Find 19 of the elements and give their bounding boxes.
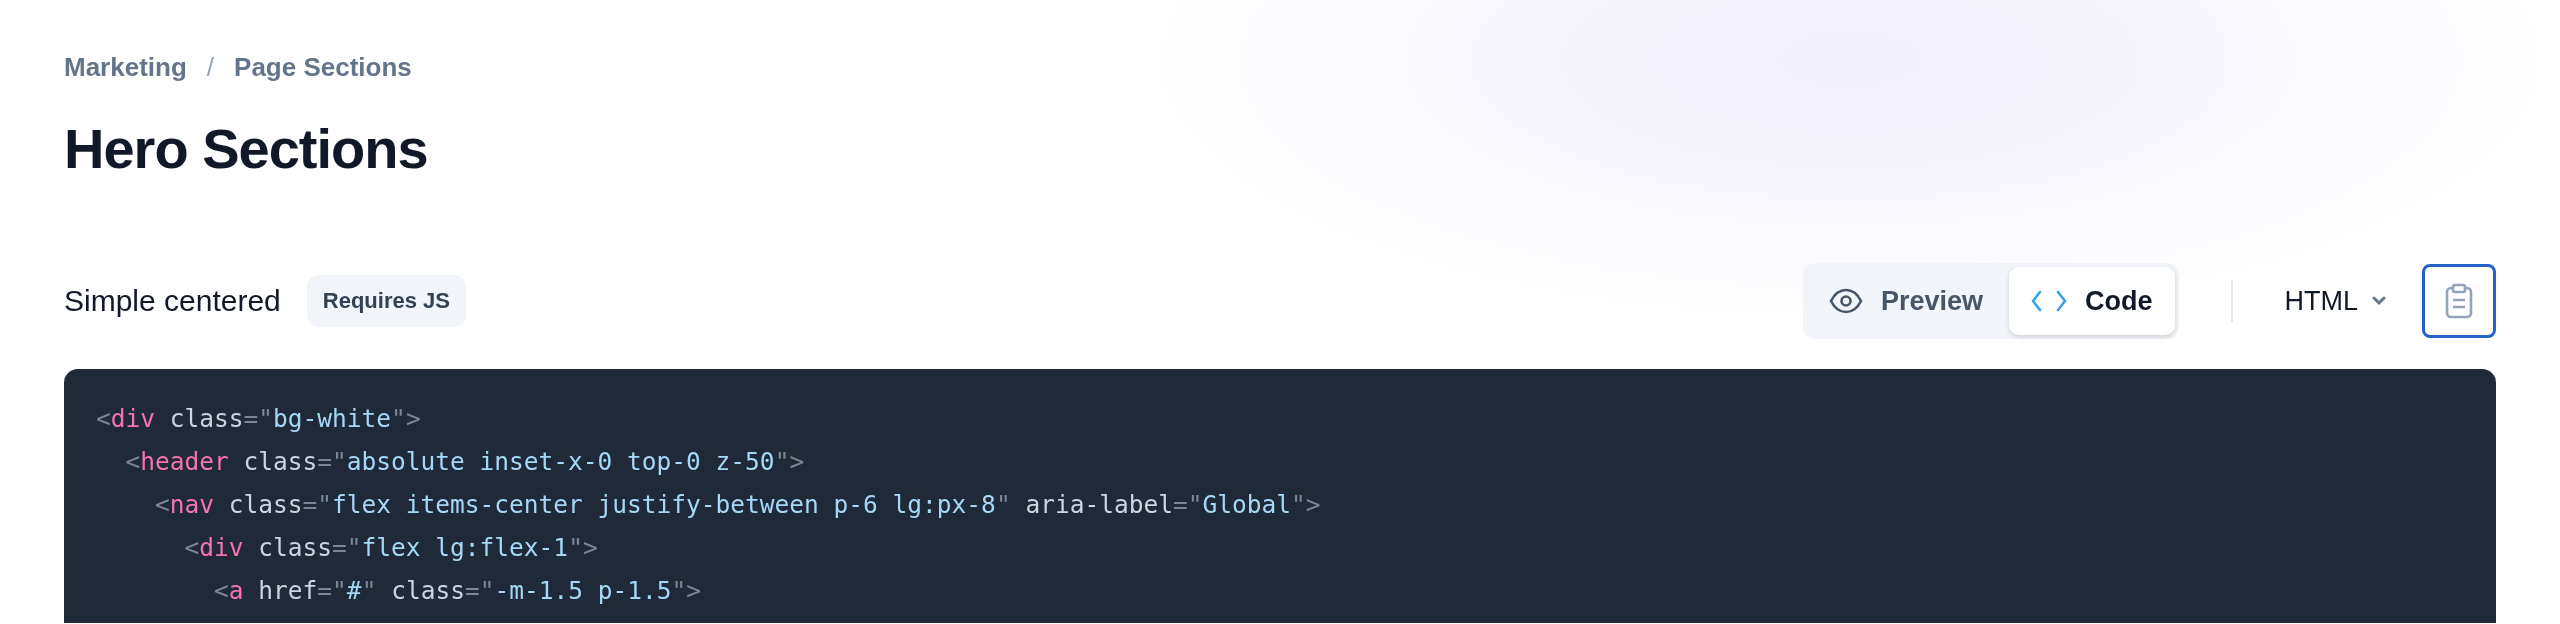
example-title: Simple centered — [64, 284, 281, 318]
breadcrumb-link[interactable]: Page Sections — [234, 51, 412, 83]
code-line: <div class="flex lg:flex-1"> — [183, 532, 598, 564]
code-line: <a href="#" class="-m-1.5 p-1.5"> — [213, 575, 701, 607]
breadcrumb-separator: / — [206, 51, 215, 83]
code-line: <header class="absolute inset-x-0 top-0 z-50"> — [124, 446, 805, 478]
breadcrumb-link[interactable]: Marketing — [64, 51, 187, 83]
copy-button[interactable] — [2422, 264, 2496, 338]
eye-icon — [1828, 288, 1863, 314]
page-title: Hero Sections — [64, 116, 429, 182]
view-tab[interactable]: Preview — [1806, 267, 2005, 335]
view-tab[interactable]: Code — [2009, 267, 2175, 335]
code-icon — [2031, 290, 2067, 312]
code-line: <nav class="flex items-center justify-between p-6 lg:px-8" aria-label="Global"> — [154, 489, 1321, 521]
chevron-down-icon — [2372, 296, 2386, 306]
code-line: <div class="bg-white"> — [96, 403, 421, 435]
clipboard-icon — [2444, 283, 2474, 319]
requirement-badge: Requires JS — [306, 275, 466, 327]
language-dropdown[interactable]: HTML — [2284, 285, 2386, 317]
